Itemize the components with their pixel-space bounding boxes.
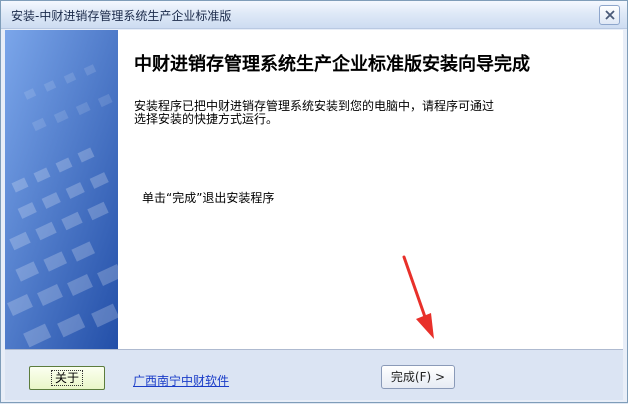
vendor-link[interactable]: 广西南宁中财软件 [133,372,229,389]
exit-hint: 单击“完成”退出安装程序 [142,191,275,205]
installer-window: 安装-中财进销存管理系统生产企业标准版 中财进销存管理系统生产企业标准版安装向导… [0,0,628,403]
content-panel: 中财进销存管理系统生产企业标准版安装向导完成 安装程序已把中财进销存管理系统安装… [118,30,623,349]
finish-button[interactable]: 完成(F) > [381,365,455,389]
completion-description: 安装程序已把中财进销存管理系统安装到您的电脑中，请程序可通过 选择安装的快捷方式… [134,100,494,126]
window-title: 安装-中财进销存管理系统生产企业标准版 [11,9,232,23]
side-banner-image [5,30,118,349]
close-button[interactable] [599,5,620,25]
completion-heading: 中财进销存管理系统生产企业标准版安装向导完成 [134,54,530,75]
close-icon [605,10,615,20]
button-bar: 关于 广西南宁中财软件 完成(F) > [5,349,623,400]
side-banner-graphic [5,30,118,349]
title-bar[interactable]: 安装-中财进销存管理系统生产企业标准版 [1,1,627,29]
about-button-label: 关于 [50,370,83,386]
description-line-2: 选择安装的快捷方式运行。 [134,112,279,126]
about-button[interactable]: 关于 [29,366,105,390]
